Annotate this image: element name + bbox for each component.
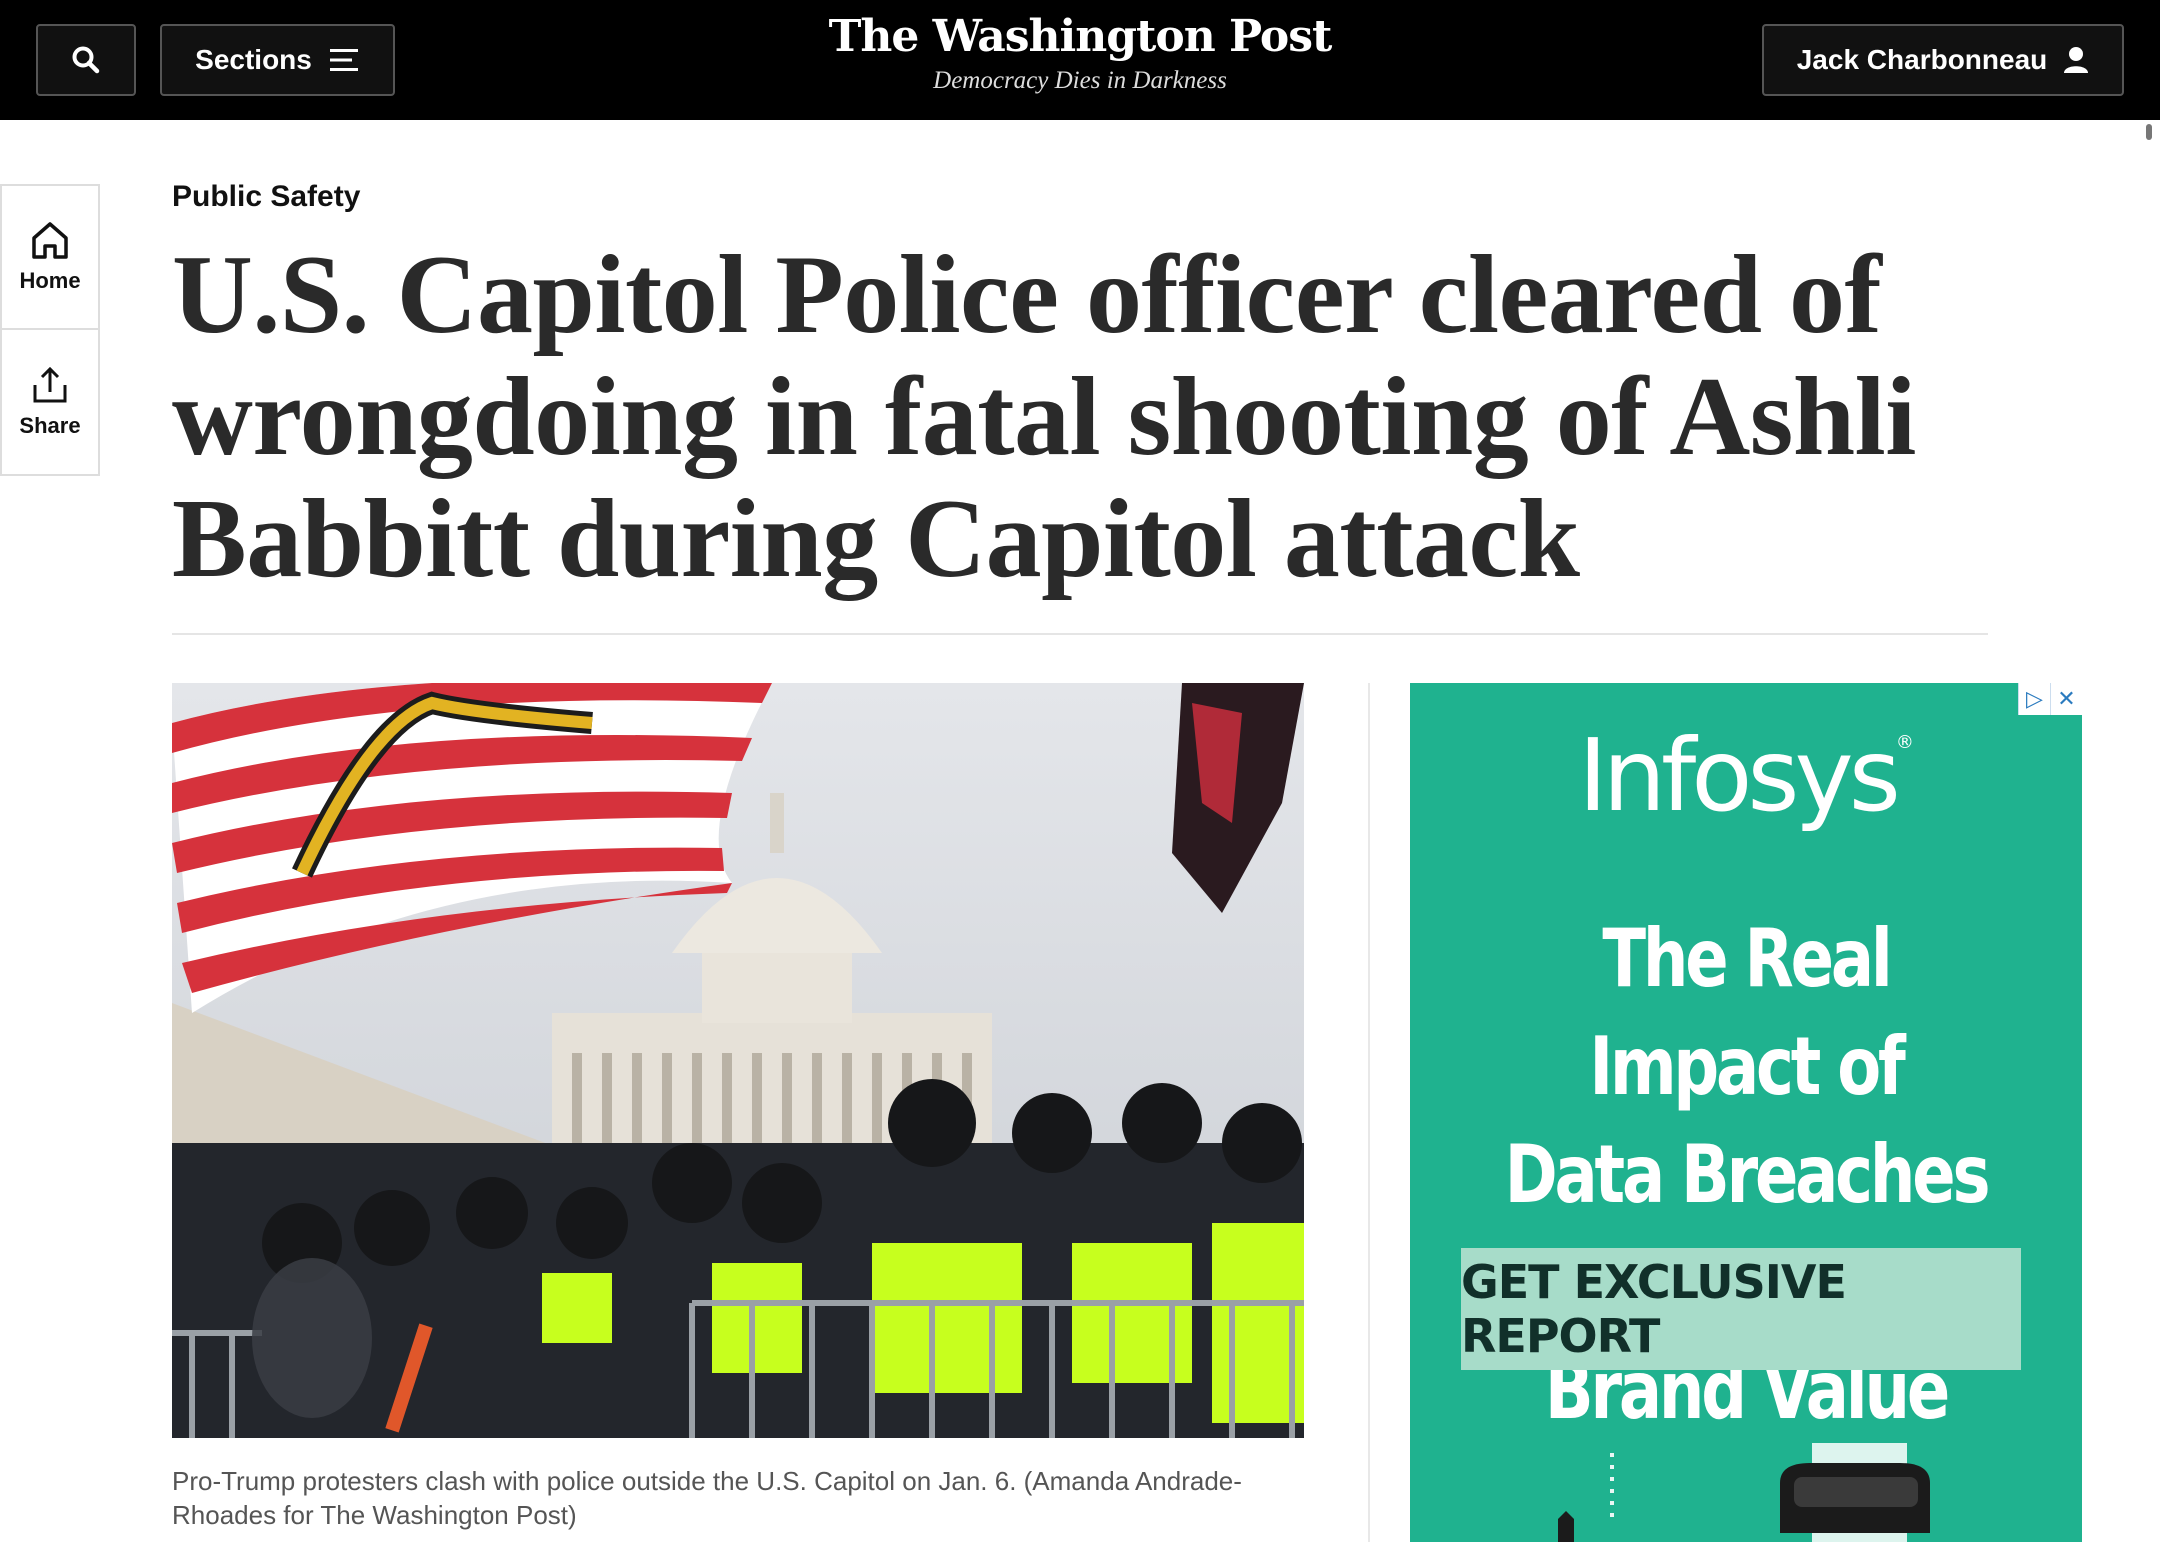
headline-divider bbox=[172, 633, 1988, 635]
photo-caption: Pro-Trump protesters clash with police o… bbox=[172, 1466, 1242, 1530]
user-icon bbox=[2064, 47, 2089, 73]
home-label: Home bbox=[19, 268, 81, 293]
home-link[interactable]: Home bbox=[2, 186, 98, 330]
search-button[interactable] bbox=[36, 24, 136, 96]
ad-headline-line: The Real Impact of bbox=[1589, 912, 1906, 1113]
adchoices-icon[interactable]: ▷ bbox=[2018, 683, 2050, 715]
menu-icon bbox=[329, 49, 358, 71]
advertisement[interactable]: ▷ ✕ Infosys® The Real Impact of Data Bre… bbox=[1410, 683, 2082, 1542]
ad-controls: ▷ ✕ bbox=[2018, 683, 2082, 715]
share-label: Share bbox=[19, 413, 81, 438]
ad-cta-button[interactable]: GET EXCLUSIVE REPORT bbox=[1461, 1248, 2021, 1370]
home-icon bbox=[32, 222, 68, 259]
ad-brand-mark: ® bbox=[1895, 732, 1914, 753]
vr-headset-illustration bbox=[1558, 1443, 1930, 1542]
logo-tagline: Democracy Dies in Darkness bbox=[933, 67, 1227, 94]
capitol-photo-illustration bbox=[172, 683, 1304, 1438]
share-icon bbox=[33, 366, 67, 403]
logo-wordmark: The Washington Post bbox=[828, 11, 1333, 62]
lead-photo[interactable] bbox=[172, 683, 1304, 1438]
column-divider bbox=[1368, 683, 1370, 1542]
site-logo[interactable]: The Washington Post Democracy Dies in Da… bbox=[780, 8, 1380, 96]
ad-brand-logo: Infosys® bbox=[1410, 717, 2082, 834]
ad-brand-name: Infosys bbox=[1578, 717, 1901, 834]
search-icon bbox=[72, 46, 100, 74]
article-headline: U.S. Capitol Police officer cleared of w… bbox=[172, 233, 1916, 601]
masthead: Sections The Washington Post Democracy D… bbox=[0, 0, 2160, 120]
share-button[interactable]: Share bbox=[2, 330, 98, 474]
close-icon[interactable]: ✕ bbox=[2050, 683, 2082, 715]
account-button[interactable]: Jack Charbonneau bbox=[1762, 24, 2124, 96]
sections-label: Sections bbox=[195, 44, 312, 75]
scrollbar-thumb[interactable] bbox=[2146, 124, 2152, 140]
user-name: Jack Charbonneau bbox=[1796, 44, 2048, 75]
section-kicker[interactable]: Public Safety bbox=[172, 180, 360, 214]
left-rail: Home Share bbox=[0, 184, 100, 476]
sections-button[interactable]: Sections bbox=[160, 24, 395, 96]
